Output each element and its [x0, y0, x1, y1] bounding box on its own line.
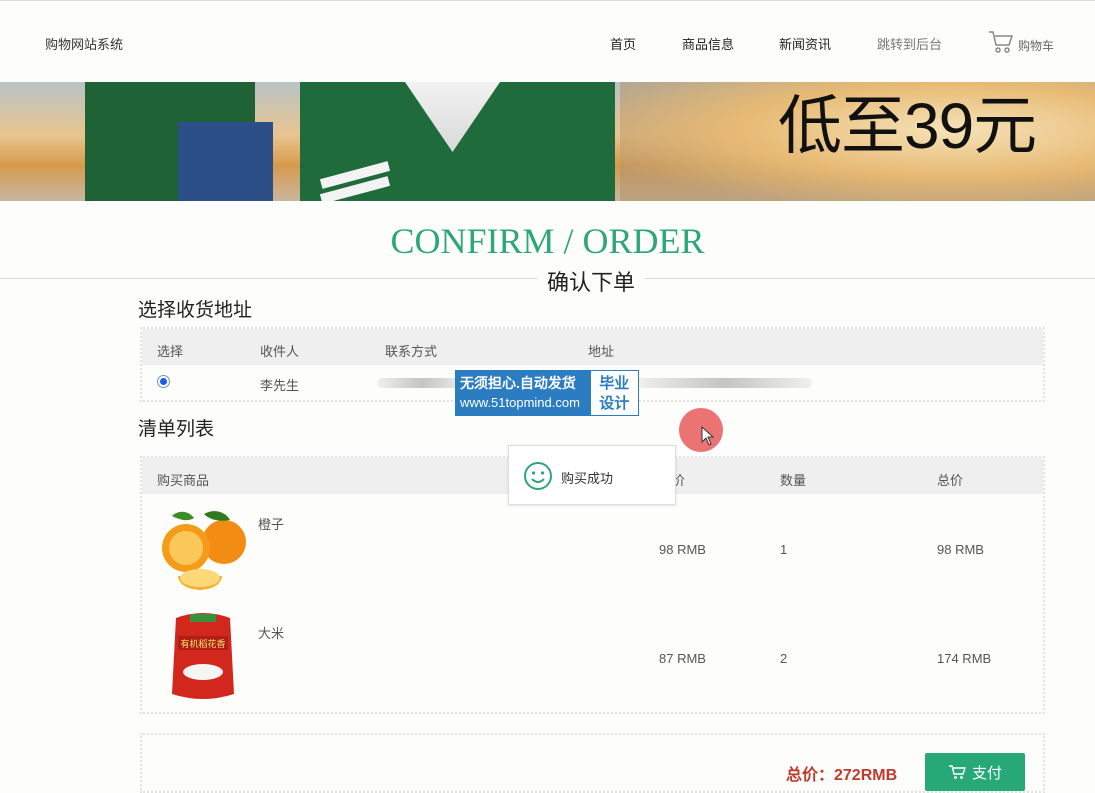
cart-icon [989, 31, 1014, 53]
col-select: 选择 [157, 344, 184, 359]
nav-home[interactable]: 首页 [610, 34, 636, 53]
site-header: 购物网站系统 首页 商品信息 新闻资讯 跳转到后台 购物车 [0, 4, 1095, 82]
product-total: 98 RMB [937, 542, 984, 557]
product-name[interactable]: 橙子 [258, 514, 284, 533]
cart-icon [948, 765, 966, 779]
cart-link[interactable]: 购物车 [988, 30, 1054, 54]
site-brand[interactable]: 购物网站系统 [45, 34, 123, 53]
cart-label: 购物车 [1018, 39, 1055, 53]
watermark-line2: www.51topmind.com [460, 395, 580, 410]
recipient-name: 李先生 [260, 378, 300, 393]
rice-image[interactable]: 有机稻花香 [168, 610, 238, 702]
banner-promo-text: 低至39元 [778, 90, 1037, 162]
col-total: 总价 [937, 473, 964, 488]
watermark-badge2: 设计 [599, 395, 630, 412]
col-recipient: 收件人 [260, 344, 300, 359]
success-toast: 购买成功 [508, 445, 676, 505]
cart-section-title: 清单列表 [138, 419, 215, 440]
promo-banner[interactable]: 低至39元 [0, 82, 1095, 201]
banner-jeans [178, 122, 273, 201]
nav-news[interactable]: 新闻资讯 [779, 34, 831, 53]
col-address: 地址 [588, 344, 615, 359]
page-title-en: CONFIRM / ORDER [390, 221, 705, 261]
product-price: 98 RMB [659, 542, 706, 557]
product-price: 87 RMB [659, 651, 706, 666]
watermark-badge1: 毕业 [599, 375, 630, 392]
summary-box [140, 733, 1045, 793]
smiley-icon [524, 462, 552, 490]
product-total: 174 RMB [937, 651, 992, 666]
product-qty: 1 [780, 542, 788, 557]
nav-products[interactable]: 商品信息 [682, 34, 734, 53]
orange-image[interactable] [156, 506, 248, 592]
pay-button[interactable]: 支付 [925, 753, 1025, 791]
product-qty: 2 [780, 651, 788, 666]
watermark-line1: 无须担心.自动发货 [460, 375, 576, 391]
watermark-badge: 无须担心.自动发货 www.51topmind.com 毕业 设计 [455, 370, 639, 416]
col-contact: 联系方式 [385, 344, 438, 359]
product-name[interactable]: 大米 [258, 623, 284, 642]
mouse-pointer-icon [701, 426, 715, 446]
toast-message: 购买成功 [561, 471, 614, 486]
page-title-cn: 确认下单 [537, 265, 646, 297]
col-qty: 数量 [780, 473, 807, 488]
address-redacted [637, 378, 812, 388]
pay-label: 支付 [971, 764, 1002, 782]
svg-text:有机稻花香: 有机稻花香 [180, 638, 225, 650]
address-section-title: 选择收货地址 [138, 300, 253, 321]
col-product: 购买商品 [157, 473, 210, 488]
contact-redacted [377, 378, 467, 388]
address-radio[interactable] [157, 375, 170, 388]
order-total: 总价：272RMB [786, 767, 898, 784]
nav-admin[interactable]: 跳转到后台 [877, 34, 942, 53]
